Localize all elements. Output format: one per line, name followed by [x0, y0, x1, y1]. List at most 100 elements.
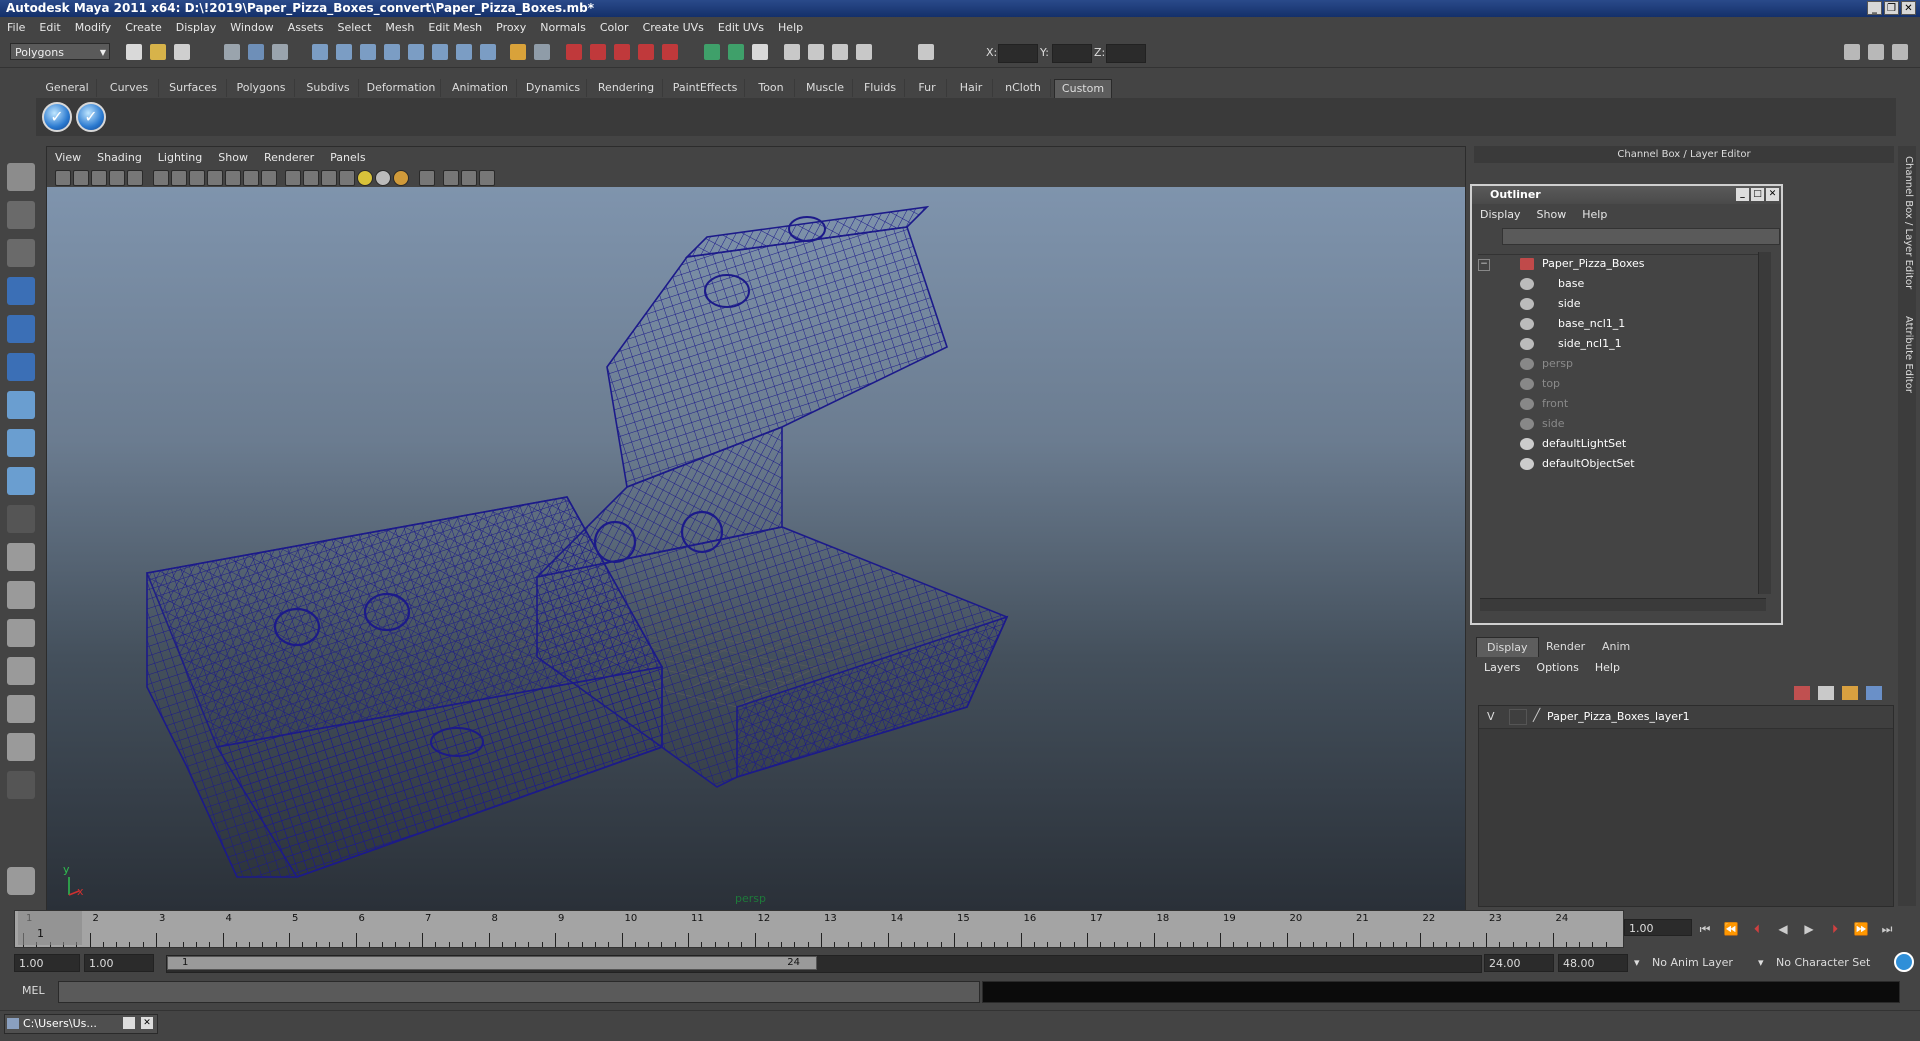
time-slider[interactable]: 123456789101112131415161718192021222324 …	[14, 910, 1624, 948]
render-current-icon[interactable]	[566, 44, 582, 60]
paint-select-tool-icon[interactable]	[7, 239, 35, 267]
command-input[interactable]	[58, 981, 980, 1003]
go-to-start-icon[interactable]: ⏮	[1696, 921, 1714, 937]
highlight-selection-icon[interactable]	[534, 44, 550, 60]
image-plane-icon[interactable]	[109, 170, 125, 186]
grease-pencil-icon[interactable]	[127, 170, 143, 186]
x-field[interactable]	[998, 44, 1038, 63]
outliner-item[interactable]: base_ncl1_1	[1478, 315, 1768, 333]
wireframe-icon[interactable]	[285, 170, 301, 186]
playback-end-field[interactable]: 24.00	[1484, 954, 1554, 972]
viewport-menu-panels[interactable]: Panels	[322, 151, 373, 164]
outliner-horizontal-scrollbar[interactable]	[1480, 598, 1766, 611]
shelf-tab-fur[interactable]: Fur	[908, 79, 947, 97]
last-tool-icon[interactable]	[7, 505, 35, 533]
manipulator-tool-icon[interactable]	[7, 391, 35, 419]
outliner-item[interactable]: base	[1478, 275, 1768, 293]
play-backwards-icon[interactable]: ◀	[1774, 921, 1792, 937]
step-forward-icon[interactable]: ⏩	[1852, 921, 1870, 937]
shelf-tab-subdivs[interactable]: Subdivs	[298, 79, 359, 97]
shelf-tab-curves[interactable]: Curves	[100, 79, 159, 97]
menu-file[interactable]: File	[0, 21, 32, 34]
close-button[interactable]: ✕	[1901, 1, 1916, 15]
move-tool-icon[interactable]	[7, 277, 35, 305]
select-component-icon[interactable]	[272, 44, 288, 60]
auto-key-icon[interactable]	[1894, 952, 1914, 972]
outliner-minimize-icon[interactable]: _	[1736, 188, 1749, 201]
menu-select[interactable]: Select	[330, 21, 378, 34]
step-back-icon[interactable]: ⏪	[1722, 921, 1740, 937]
outliner-item[interactable]: side	[1478, 415, 1768, 433]
lock-icon[interactable]	[510, 44, 526, 60]
layout-tool-settings-icon[interactable]	[1892, 44, 1908, 60]
menu-help[interactable]: Help	[771, 21, 810, 34]
snap-grid-icon[interactable]	[312, 44, 328, 60]
outliner-item[interactable]: defaultObjectSet	[1478, 455, 1768, 473]
menu-window[interactable]: Window	[223, 21, 280, 34]
step-back-key-icon[interactable]: ⏴	[1748, 921, 1766, 937]
save-scene-icon[interactable]	[174, 44, 190, 60]
dope-sheet-icon[interactable]	[856, 44, 872, 60]
character-set-dropdown[interactable]: No Character Set	[1776, 954, 1870, 972]
check-icon[interactable]: ✓	[76, 102, 106, 132]
new-layer-selected-icon[interactable]	[1818, 686, 1834, 700]
resolution-gate-icon[interactable]	[189, 170, 205, 186]
show-hide-tool-settings-icon[interactable]	[752, 44, 768, 60]
layer-menu-help[interactable]: Help	[1587, 661, 1628, 674]
render-settings-icon[interactable]	[614, 44, 630, 60]
shelf-tab-ncloth[interactable]: nCloth	[996, 79, 1051, 97]
select-tool-icon[interactable]	[7, 163, 35, 191]
outliner-filter-field[interactable]	[1502, 228, 1780, 245]
shelf-tab-animation[interactable]: Animation	[444, 79, 517, 97]
soft-mod-tool-icon[interactable]	[7, 429, 35, 457]
layer-menu-layers[interactable]: Layers	[1476, 661, 1528, 674]
select-camera-icon[interactable]	[55, 170, 71, 186]
outliner-item[interactable]: top	[1478, 375, 1768, 393]
outliner-title-bar[interactable]: Outliner _ □ ✕	[1472, 186, 1781, 204]
range-slider-handle[interactable]: 1 24	[167, 956, 817, 970]
menu-create[interactable]: Create	[118, 21, 169, 34]
snap-curve-icon[interactable]	[336, 44, 352, 60]
open-scene-icon[interactable]	[150, 44, 166, 60]
start-time-field[interactable]: 1.00	[14, 954, 80, 972]
wireframe-on-shaded-icon[interactable]	[321, 170, 337, 186]
mel-label[interactable]: MEL	[22, 984, 45, 997]
layer-color-icon[interactable]: ╱	[1533, 708, 1540, 722]
check-icon[interactable]: ✓	[42, 102, 72, 132]
bookmark-icon[interactable]	[91, 170, 107, 186]
menu-edit-mesh[interactable]: Edit Mesh	[421, 21, 489, 34]
hypershade-layout-icon[interactable]	[7, 695, 35, 723]
range-slider-track[interactable]: 1 24	[166, 955, 1482, 973]
minimize-button[interactable]: _	[1867, 1, 1882, 15]
chevron-down-icon[interactable]: ▾	[1634, 954, 1640, 972]
shelf-tab-dynamics[interactable]: Dynamics	[520, 79, 587, 97]
viewport-menu-shading[interactable]: Shading	[89, 151, 150, 164]
show-hide-attribute-editor-icon[interactable]	[728, 44, 744, 60]
layout-attribute-editor-icon[interactable]	[1868, 44, 1884, 60]
layer-menu-options[interactable]: Options	[1528, 661, 1586, 674]
all-lights-icon[interactable]	[375, 170, 391, 186]
rotate-tool-icon[interactable]	[7, 315, 35, 343]
hypergraph-icon[interactable]	[808, 44, 824, 60]
show-manipulator-icon[interactable]	[7, 467, 35, 495]
outliner-maximize-icon[interactable]: □	[1751, 188, 1764, 201]
smooth-shade-icon[interactable]	[303, 170, 319, 186]
minimized-window[interactable]: C:\Users\Us... ✕	[4, 1014, 158, 1034]
menu-assets[interactable]: Assets	[281, 21, 331, 34]
shelf-tab-toon[interactable]: Toon	[748, 79, 795, 97]
more-layouts-icon[interactable]	[7, 771, 35, 799]
close-icon[interactable]: ✕	[141, 1017, 153, 1029]
shelf-tab-rendering[interactable]: Rendering	[590, 79, 663, 97]
outliner-item[interactable]: side_ncl1_1	[1478, 335, 1768, 353]
question-icon[interactable]	[480, 44, 496, 60]
default-light-icon[interactable]	[357, 170, 373, 186]
shelf-tab-muscle[interactable]: Muscle	[798, 79, 853, 97]
restore-icon[interactable]	[123, 1017, 135, 1029]
menu-color[interactable]: Color	[593, 21, 636, 34]
play-forwards-icon[interactable]: ▶	[1800, 921, 1818, 937]
shelf-tab-polygons[interactable]: Polygons	[228, 79, 295, 97]
layer-up-icon[interactable]	[1842, 686, 1858, 700]
shelf-tab-custom[interactable]: Custom	[1054, 79, 1112, 98]
outliner-menu-help[interactable]: Help	[1574, 208, 1615, 221]
layer-visibility-toggle[interactable]: V	[1487, 710, 1495, 723]
